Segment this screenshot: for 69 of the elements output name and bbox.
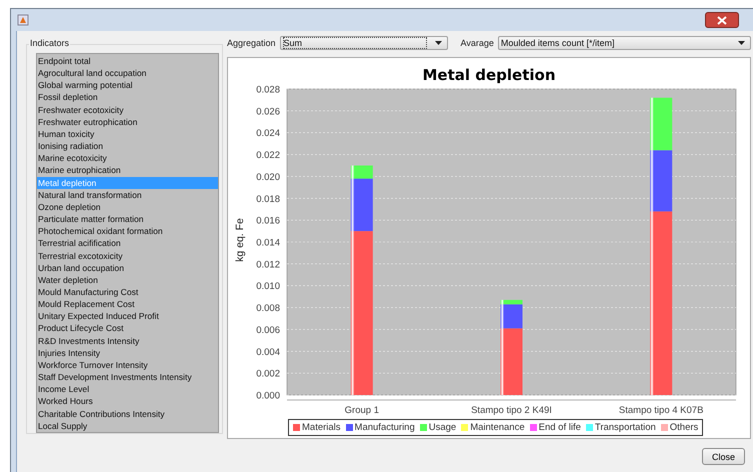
indicator-item[interactable]: Unitary Expected Induced Profit	[37, 310, 218, 322]
indicator-item[interactable]: Marine ecotoxicity	[37, 152, 218, 164]
category-label: Stampo tipo 2 K49I	[471, 405, 552, 416]
y-tick-label: 0.004	[256, 346, 280, 358]
indicator-item[interactable]: Product Lifecycle Cost	[37, 322, 218, 335]
close-button[interactable]	[705, 12, 739, 28]
indicator-item[interactable]: Fossil depletion	[37, 91, 218, 104]
legend-label: Usage	[428, 422, 456, 433]
indicator-item[interactable]: Global warming potential	[37, 79, 218, 92]
indicator-item[interactable]: Workforce Turnover Intensity	[37, 358, 218, 372]
indicator-item[interactable]: Freshwater ecotoxicity	[37, 104, 218, 116]
indicator-item[interactable]: Local Supply	[37, 420, 218, 432]
indicator-item[interactable]: Photochemical oxidant formation	[37, 225, 218, 238]
y-tick-label: 0.018	[256, 194, 280, 205]
chart-title: Metal depletion	[422, 66, 556, 84]
indicator-item[interactable]: Ozone depletion	[37, 200, 218, 214]
y-tick-label: 0.024	[256, 128, 280, 140]
legend-label: Transportation	[594, 422, 656, 433]
indicator-item[interactable]: R&D Investments Intensity	[37, 334, 218, 347]
indicator-item[interactable]: Injuries Intensity	[37, 346, 218, 359]
dropdown-arrow-icon	[434, 41, 442, 45]
indicator-item[interactable]: Particulate matter formation	[37, 213, 218, 226]
indicator-item[interactable]: Agrocultural land occupation	[37, 67, 218, 80]
indicator-item[interactable]: Terrestrial excotoxicity	[37, 250, 218, 262]
app-icon	[17, 14, 29, 26]
legend-label: Manufacturing	[354, 422, 415, 433]
y-tick-label: 0.002	[256, 368, 280, 380]
legend-label: End of life	[538, 422, 581, 433]
indicator-item[interactable]: Marine eutrophication	[37, 164, 218, 177]
close-button[interactable]: Close	[702, 448, 745, 465]
y-tick-label: 0.012	[256, 259, 280, 270]
average-dropdown[interactable]: Moulded items count [*/item]	[498, 36, 751, 50]
indicator-item[interactable]: Urban land occupation	[37, 262, 218, 274]
indicator-item[interactable]: Water depletion	[37, 274, 218, 286]
y-tick-label: 0.006	[256, 324, 280, 336]
average-label: Avarage	[460, 38, 494, 48]
category-label: Group 1	[344, 405, 379, 416]
y-tick-label: 0.026	[256, 106, 280, 118]
indicator-item[interactable]: Mould Replacement Cost	[37, 298, 218, 310]
indicator-item[interactable]: Charitable Contributions Intensity	[37, 408, 218, 420]
y-tick-label: 0.020	[256, 172, 280, 183]
legend-label: Materials	[302, 422, 341, 433]
close-icon	[717, 16, 727, 24]
indicator-item[interactable]: Income Level	[37, 383, 218, 396]
indicator-item[interactable]: Ionising radiation	[37, 140, 218, 152]
y-tick-label: 0.000	[256, 390, 280, 402]
indicator-item[interactable]: Worked Hours	[37, 395, 218, 408]
indicator-item[interactable]: Staff Development Investments Intensity	[37, 371, 218, 384]
indicator-item[interactable]: Human toxicity	[37, 128, 218, 140]
y-tick-label: 0.010	[256, 281, 280, 292]
dropdown-arrow-icon	[738, 41, 745, 45]
legend-label: Maintenance	[470, 422, 525, 433]
indicator-item[interactable]: Mould Manufacturing Cost	[37, 286, 218, 298]
indicator-item[interactable]: Endpoint total	[37, 55, 218, 68]
aggregation-dropdown[interactable]: Sum	[280, 36, 448, 50]
y-tick-label: 0.016	[256, 216, 280, 227]
y-axis-title: kg eq. Fe	[234, 218, 246, 262]
aggregation-label: Aggregation	[227, 38, 276, 48]
legend-label: Others	[670, 422, 698, 433]
y-tick-label: 0.028	[256, 84, 280, 96]
category-label: Stampo tipo 4 K07B	[618, 405, 704, 416]
indicators-label: Indicators	[29, 38, 70, 48]
y-tick-label: 0.022	[256, 150, 280, 162]
indicator-item[interactable]: Terrestrial acifification	[37, 237, 218, 250]
y-tick-label: 0.008	[256, 303, 280, 314]
indicator-item[interactable]: Natural land transformation	[37, 188, 218, 201]
bar-segment	[650, 98, 672, 150]
indicator-item[interactable]: Freshwater eutrophication	[37, 116, 218, 128]
y-tick-label: 0.014	[256, 238, 280, 248]
